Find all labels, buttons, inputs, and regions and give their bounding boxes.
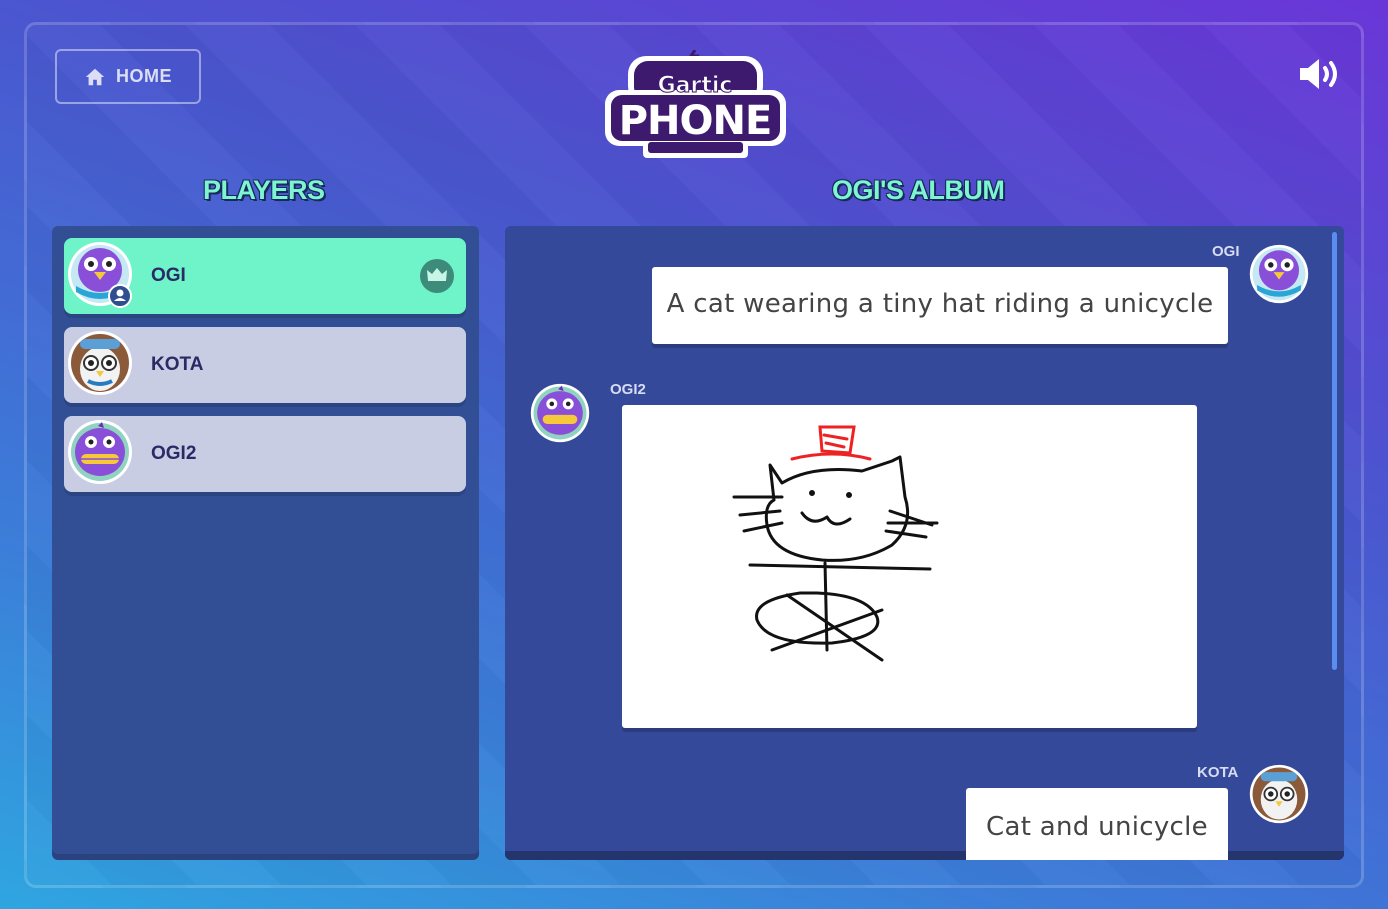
player-row-ogi2[interactable]: OGI2 xyxy=(64,416,466,492)
home-icon xyxy=(85,68,105,85)
home-label: HOME xyxy=(116,66,172,86)
text-message: Cat and unicycle xyxy=(966,788,1228,860)
player-name: OGI xyxy=(151,265,186,286)
purple-dino-avatar xyxy=(530,383,590,443)
message-author: OGI2 xyxy=(610,381,646,398)
logo-bottom-text: PHONE xyxy=(619,98,772,144)
purple-dino-avatar xyxy=(68,420,132,484)
cat-drawing xyxy=(732,425,939,662)
album-title: OGI'S ALBUM xyxy=(832,175,1005,205)
player-row-ogi[interactable]: OGI xyxy=(64,238,466,314)
players-panel: OGI KOTA OGI2 xyxy=(52,226,479,860)
pilot-owl-avatar xyxy=(1249,764,1309,824)
speaker-icon[interactable] xyxy=(1297,55,1345,93)
drawing-message xyxy=(622,405,1197,728)
album-panel[interactable]: OGI A cat wearing a tiny hat riding a un… xyxy=(505,226,1344,860)
crown-icon xyxy=(420,259,454,293)
purple-bird-avatar xyxy=(1249,244,1309,304)
player-name: OGI2 xyxy=(151,443,197,464)
player-row-kota[interactable]: KOTA xyxy=(64,327,466,403)
message-author: OGI xyxy=(1212,243,1240,260)
text-message: A cat wearing a tiny hat riding a unicyc… xyxy=(652,267,1228,344)
message-text: Cat and unicycle xyxy=(986,812,1208,842)
message-text: A cat wearing a tiny hat riding a unicyc… xyxy=(666,289,1214,319)
players-title: PLAYERS xyxy=(203,175,325,205)
player-name: KOTA xyxy=(151,354,204,375)
pilot-owl-avatar xyxy=(68,331,132,395)
home-button[interactable]: HOME xyxy=(55,49,201,104)
album-scrollbar[interactable] xyxy=(1332,232,1337,670)
gartic-phone-logo: Gartic PHONE xyxy=(605,50,786,158)
message-author: KOTA xyxy=(1197,764,1239,781)
purple-bird-avatar xyxy=(68,242,132,308)
logo-top-text: Gartic xyxy=(658,73,733,98)
